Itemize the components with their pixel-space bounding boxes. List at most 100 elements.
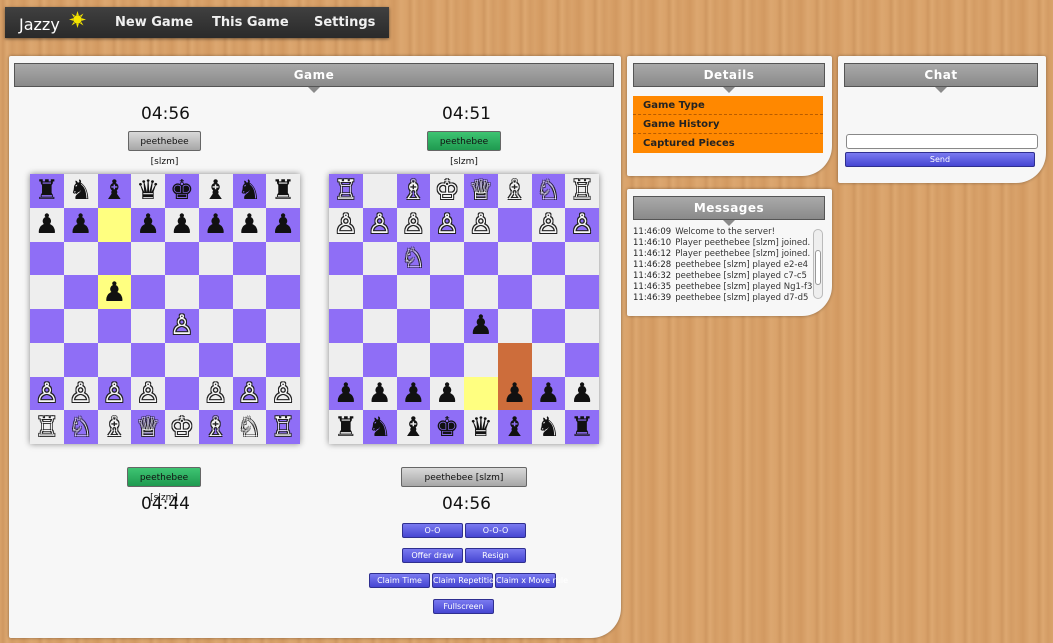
- white-pawn-icon[interactable]: ♙: [570, 211, 594, 238]
- board-square[interactable]: [198, 342, 233, 377]
- board-square[interactable]: [531, 342, 566, 377]
- board-square[interactable]: ♙: [362, 207, 397, 242]
- white-pawn-icon[interactable]: ♙: [536, 211, 560, 238]
- right-chess-board[interactable]: ♖ ♗ ♔ ♕ ♗ ♘ ♖ ♙ ♙ ♙ ♙ ♙ ♙ ♙ ♘ ♟ ♟ ♟ ♟ ♟ ♟ ♟ ♟ ♜ ♞ ♝ ♚ ♛ ♝ ♞ ♜: [329, 174, 599, 444]
- black-pawn-icon[interactable]: ♟: [170, 211, 194, 238]
- board-square[interactable]: [266, 342, 300, 377]
- board-square[interactable]: [362, 174, 397, 208]
- white-queen-icon[interactable]: ♕: [469, 177, 493, 204]
- app-logo[interactable]: Jazzy: [19, 15, 60, 34]
- board-square[interactable]: [165, 342, 199, 377]
- board-square[interactable]: ♘: [232, 410, 267, 444]
- black-bishop-icon[interactable]: ♝: [401, 414, 425, 441]
- tab-game-type[interactable]: Game Type: [633, 96, 823, 115]
- black-knight-icon[interactable]: ♞: [237, 177, 261, 204]
- board-square[interactable]: [232, 275, 267, 309]
- board-square[interactable]: ♔: [165, 410, 199, 444]
- white-rook-icon[interactable]: ♖: [35, 414, 59, 441]
- board-square[interactable]: [329, 241, 363, 276]
- white-pawn-icon[interactable]: ♙: [35, 380, 59, 407]
- white-bishop-icon[interactable]: ♗: [401, 177, 425, 204]
- board-square[interactable]: [198, 309, 233, 343]
- white-bishop-icon[interactable]: ♗: [503, 177, 527, 204]
- board-square[interactable]: [165, 241, 199, 276]
- white-pawn-icon[interactable]: ♙: [368, 211, 392, 238]
- white-pawn-icon[interactable]: ♙: [170, 312, 194, 339]
- board-square[interactable]: [30, 241, 64, 276]
- black-bishop-icon[interactable]: ♝: [503, 414, 527, 441]
- white-knight-icon[interactable]: ♘: [237, 414, 261, 441]
- board-square[interactable]: ♙: [30, 376, 64, 411]
- board-square[interactable]: ♟: [131, 207, 165, 242]
- board-square[interactable]: [266, 275, 300, 309]
- board-square[interactable]: ♞: [63, 174, 98, 208]
- board-square[interactable]: ♟: [165, 207, 199, 242]
- board-square[interactable]: [497, 207, 532, 242]
- black-rook-icon[interactable]: ♜: [35, 177, 59, 204]
- white-rook-icon[interactable]: ♖: [570, 177, 594, 204]
- messages-scrollbar[interactable]: [813, 229, 823, 299]
- black-bishop-icon[interactable]: ♝: [204, 177, 228, 204]
- board-square[interactable]: [131, 309, 165, 343]
- tab-captured-pieces[interactable]: Captured Pieces: [633, 134, 823, 153]
- board-square[interactable]: ♗: [396, 174, 431, 208]
- board-square[interactable]: [329, 342, 363, 377]
- board-square[interactable]: [266, 241, 300, 276]
- white-pawn-icon[interactable]: ♙: [271, 380, 295, 407]
- board-square[interactable]: ♙: [232, 376, 267, 411]
- board-square[interactable]: ♞: [531, 410, 566, 444]
- board-square[interactable]: [131, 342, 165, 377]
- black-knight-icon[interactable]: ♞: [368, 414, 392, 441]
- board-square[interactable]: [63, 241, 98, 276]
- board-square[interactable]: ♙: [97, 376, 132, 411]
- board-square[interactable]: [565, 241, 599, 276]
- black-pawn-icon[interactable]: ♟: [570, 380, 594, 407]
- board-square[interactable]: [362, 342, 397, 377]
- board-square[interactable]: ♜: [565, 410, 599, 444]
- claim-repetition-button[interactable]: Claim Repetition: [432, 573, 499, 588]
- long-castle-button[interactable]: O-O-O: [465, 523, 526, 538]
- board-square[interactable]: ♘: [531, 174, 566, 208]
- black-queen-icon[interactable]: ♛: [469, 414, 493, 441]
- board-square[interactable]: ♗: [97, 410, 132, 444]
- scroll-thumb[interactable]: [815, 250, 821, 285]
- board-square[interactable]: ♙: [396, 207, 431, 242]
- board-square[interactable]: ♟: [198, 207, 233, 242]
- nav-this-game[interactable]: This Game: [212, 15, 289, 30]
- white-pawn-icon[interactable]: ♙: [237, 380, 261, 407]
- white-pawn-icon[interactable]: ♙: [102, 380, 126, 407]
- white-knight-icon[interactable]: ♘: [401, 245, 425, 272]
- black-knight-icon[interactable]: ♞: [536, 414, 560, 441]
- white-rook-icon[interactable]: ♖: [334, 177, 358, 204]
- board-square[interactable]: [232, 342, 267, 377]
- black-pawn-icon[interactable]: ♟: [334, 380, 358, 407]
- black-rook-icon[interactable]: ♜: [334, 414, 358, 441]
- white-pawn-icon[interactable]: ♙: [401, 211, 425, 238]
- white-bishop-icon[interactable]: ♗: [102, 414, 126, 441]
- board-square[interactable]: [30, 342, 64, 377]
- resign-button[interactable]: Resign: [465, 548, 526, 563]
- black-pawn-icon[interactable]: ♟: [35, 211, 59, 238]
- board-square[interactable]: ♛: [131, 174, 165, 208]
- board-square[interactable]: ♞: [362, 410, 397, 444]
- board-square[interactable]: [131, 241, 165, 276]
- board-square[interactable]: ♟: [430, 376, 464, 411]
- send-button[interactable]: Send: [845, 152, 1035, 167]
- white-bishop-icon[interactable]: ♗: [204, 414, 228, 441]
- nav-settings[interactable]: Settings: [314, 15, 375, 30]
- board-square[interactable]: ♖: [329, 174, 363, 208]
- board-square[interactable]: [198, 241, 233, 276]
- board-square[interactable]: [497, 241, 532, 276]
- board-square[interactable]: [531, 275, 566, 309]
- board-square[interactable]: [198, 275, 233, 309]
- board-square[interactable]: ♔: [430, 174, 464, 208]
- board-square[interactable]: [165, 376, 199, 411]
- board-square[interactable]: [63, 275, 98, 309]
- tab-game-history[interactable]: Game History: [633, 115, 823, 134]
- board-square[interactable]: [63, 309, 98, 343]
- board-square[interactable]: ♝: [97, 174, 132, 208]
- board-square[interactable]: ♘: [396, 241, 431, 276]
- board-square[interactable]: [232, 309, 267, 343]
- board-square[interactable]: ♖: [30, 410, 64, 444]
- board-square[interactable]: [464, 376, 498, 411]
